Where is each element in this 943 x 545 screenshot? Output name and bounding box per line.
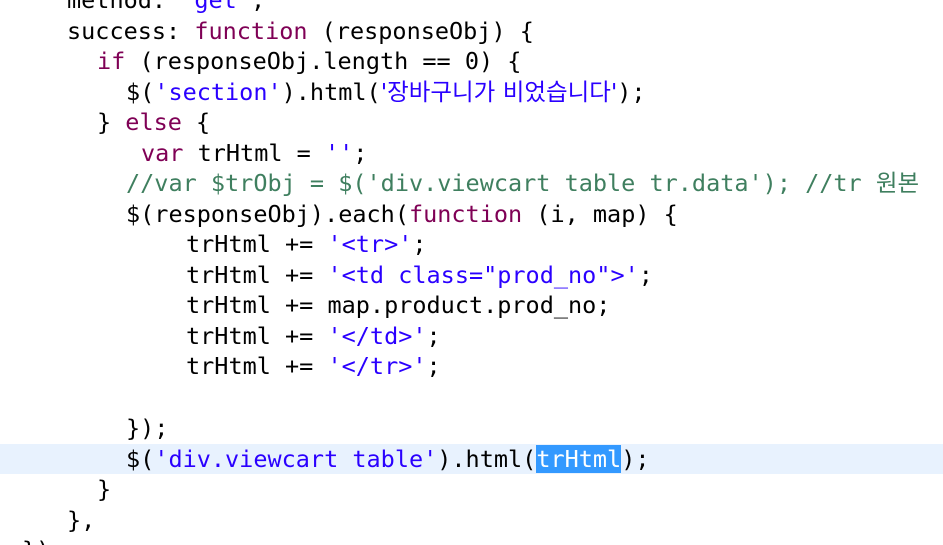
code-line-section-html[interactable]: $('section').html('장바구니가 비었습니다'); [0, 77, 943, 107]
string-literal-korean: '장바구니가 비었습니다' [380, 78, 618, 106]
code-text: ).html( [281, 78, 381, 106]
keyword: var [141, 139, 184, 167]
code-line-viewcart-html[interactable]: $('div.viewcart table').html(trHtml); [0, 444, 943, 474]
string-literal: '<td class="prod_no">' [327, 261, 639, 289]
code-text: $(responseObj).each( [126, 200, 409, 228]
code-line-else[interactable]: } else { [0, 107, 943, 137]
code-line-else-close[interactable]: } [0, 474, 943, 504]
code-text: } [97, 475, 112, 503]
code-text: ); [617, 78, 646, 106]
code-line-success-close[interactable]: }, [0, 505, 943, 535]
code-text: (i, map) { [522, 200, 678, 228]
keyword: function [194, 17, 308, 45]
code-text: (responseObj) { [307, 17, 534, 45]
code-line-var-trhtml[interactable]: var trHtml = ''; [0, 138, 943, 168]
code-line-method[interactable]: method: 'get', [0, 0, 943, 15]
code-line-each[interactable]: $(responseObj).each(function (i, map) { [0, 199, 943, 229]
code-text: ).html( [437, 445, 537, 473]
code-text: } [97, 108, 126, 136]
code-text: $( [126, 445, 155, 473]
code-text: ; [353, 139, 368, 167]
code-text: }); [22, 536, 64, 545]
string-literal: 'get' [180, 0, 251, 14]
code-line-if[interactable]: if (responseObj.length == 0) { [0, 46, 943, 76]
code-text: ; [412, 230, 427, 258]
code-editor[interactable]: method: 'get', success: function (respon… [0, 0, 943, 545]
code-text: ); [621, 445, 650, 473]
code-text: success: [67, 17, 195, 45]
code-text: $( [126, 78, 155, 106]
code-line-each-close[interactable]: }); [0, 413, 943, 443]
code-text: trHtml = [183, 139, 325, 167]
code-text: (responseObj.length == 0) { [125, 47, 522, 75]
code-text: trHtml += [186, 230, 328, 258]
code-text: }, [67, 506, 96, 534]
string-literal: 'section' [154, 78, 282, 106]
code-line-prod-no[interactable]: trHtml += map.product.prod_no; [0, 290, 943, 320]
code-line-td-open[interactable]: trHtml += '<td class="prod_no">'; [0, 260, 943, 290]
code-line-ajax-close[interactable]: }); [0, 535, 943, 545]
code-line-tr-open[interactable]: trHtml += '<tr>'; [0, 229, 943, 259]
code-line-tr-close[interactable]: trHtml += '</tr>'; [0, 351, 943, 381]
comment: //var $trObj = $('div.viewcart table tr.… [126, 169, 920, 197]
string-literal: '<tr>' [327, 230, 413, 258]
code-text: trHtml += map.product.prod_no; [186, 291, 611, 319]
code-line-comment[interactable]: //var $trObj = $('div.viewcart table tr.… [0, 168, 943, 198]
code-text: ; [426, 322, 441, 350]
string-literal: '</td>' [327, 322, 427, 350]
string-literal: '' [324, 139, 354, 167]
code-text: { [181, 108, 211, 136]
code-text: trHtml += [186, 352, 328, 380]
selected-text[interactable]: trHtml [536, 445, 622, 473]
keyword: function [408, 200, 523, 228]
code-text: trHtml += [186, 322, 328, 350]
code-line-td-close[interactable]: trHtml += '</td>'; [0, 321, 943, 351]
keyword: else [125, 108, 182, 136]
code-text: , [250, 0, 266, 14]
code-text: method: [67, 0, 181, 14]
code-text: trHtml += [186, 261, 328, 289]
string-literal: '</tr>' [327, 352, 427, 380]
code-text: ; [638, 261, 653, 289]
code-text: }); [126, 414, 169, 442]
keyword: if [97, 47, 126, 75]
string-literal: 'div.viewcart table' [154, 445, 438, 473]
code-text: ; [426, 352, 441, 380]
code-line-success[interactable]: success: function (responseObj) { [0, 16, 943, 46]
